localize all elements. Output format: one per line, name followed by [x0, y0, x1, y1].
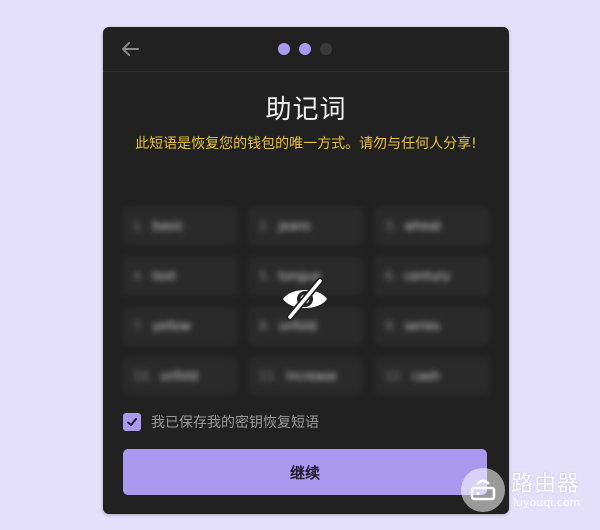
- step-dot-2: [299, 43, 311, 55]
- back-button[interactable]: [119, 39, 141, 59]
- seed-word: 11. increase: [249, 357, 363, 395]
- seed-word: 1. basic: [123, 207, 237, 245]
- seed-phrase-card: 助记词 此短语是恢复您的钱包的唯一方式。请勿与任何人分享! 1. basic 2.…: [103, 27, 509, 514]
- seed-word: 12. cash: [375, 357, 489, 395]
- check-icon: [127, 418, 137, 426]
- seed-word: 9. series: [375, 307, 489, 345]
- seed-word: 7. yellow: [123, 307, 237, 345]
- confirm-checkbox[interactable]: [123, 413, 141, 431]
- watermark-text: 路由器: [511, 472, 581, 497]
- eye-off-icon: [283, 277, 327, 321]
- top-bar: [103, 27, 509, 72]
- reveal-toggle[interactable]: [279, 275, 331, 323]
- page-title: 助记词: [265, 95, 347, 125]
- watermark-logo: [461, 468, 505, 512]
- step-dot-1: [278, 43, 290, 55]
- seed-word: 2. jeans: [249, 207, 363, 245]
- continue-button[interactable]: 继续: [123, 449, 487, 495]
- watermark: 路由器 luyouqi.com: [461, 466, 597, 514]
- watermark-url: luyouqi.com: [513, 496, 581, 509]
- router-icon: [470, 479, 496, 501]
- seed-word: 6. century: [375, 257, 489, 295]
- seed-word: 10. unfold: [123, 357, 237, 395]
- confirm-label: 我已保存我的密钥恢复短语: [151, 415, 319, 431]
- warning-text: 此短语是恢复您的钱包的唯一方式。请勿与任何人分享!: [135, 136, 477, 152]
- seed-word: 4. text: [123, 257, 237, 295]
- seed-word: 3. wheat: [375, 207, 489, 245]
- step-dot-3: [320, 43, 332, 55]
- step-indicator: [278, 43, 332, 55]
- confirm-saved[interactable]: 我已保存我的密钥恢复短语: [123, 412, 319, 432]
- arrow-left-icon: [122, 42, 139, 56]
